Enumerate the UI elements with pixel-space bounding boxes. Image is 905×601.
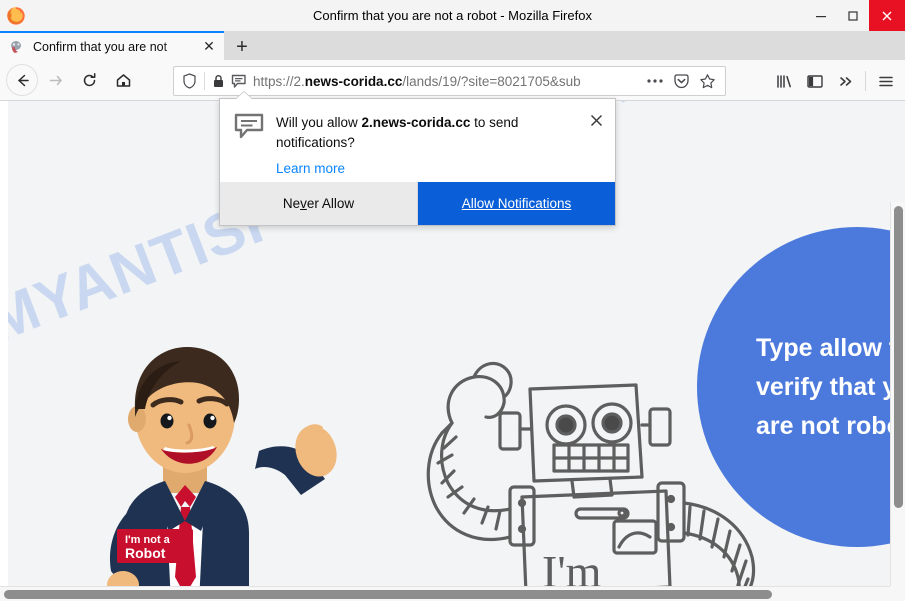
- toolbar-divider: [865, 71, 866, 91]
- window-controls: [805, 0, 905, 31]
- never-allow-button[interactable]: Never Allow: [220, 182, 418, 225]
- notification-close-icon[interactable]: [587, 111, 605, 129]
- url-subdomain: 2.: [293, 73, 305, 89]
- notification-panel-body: Will you allow 2.news-corida.cc to send …: [220, 99, 615, 184]
- url-bar[interactable]: https://2.news-corida.cc/lands/19/?site=…: [173, 66, 726, 96]
- reload-button[interactable]: [72, 63, 106, 97]
- browser-window: Confirm that you are not a robot - Mozil…: [0, 0, 905, 601]
- notification-bubble-icon[interactable]: [228, 74, 249, 89]
- notification-message-prefix: Will you allow: [276, 115, 362, 130]
- vertical-scrollbar-thumb[interactable]: [894, 206, 903, 508]
- new-tab-button[interactable]: +: [228, 34, 256, 60]
- maximize-button[interactable]: [837, 0, 869, 31]
- url-actions: [642, 68, 725, 94]
- sidebar-icon[interactable]: [799, 66, 830, 96]
- forward-button[interactable]: [38, 63, 72, 97]
- pocket-icon[interactable]: [668, 68, 694, 94]
- tracking-protection-shield-icon[interactable]: [174, 73, 204, 89]
- ellipsis-icon[interactable]: [642, 68, 668, 94]
- hamburger-menu-icon[interactable]: [870, 66, 901, 96]
- tab-active[interactable]: Confirm that you are not ✕: [0, 31, 224, 60]
- urlbar-divider: [204, 72, 205, 90]
- title-bar: Confirm that you are not a robot - Mozil…: [0, 0, 905, 31]
- horizontal-scrollbar-thumb[interactable]: [4, 590, 772, 599]
- man-illustration: I'm not a Robot: [107, 347, 337, 589]
- tab-favicon-icon: [11, 40, 21, 53]
- url-path: /lands/19/?site=8021705&sub: [402, 73, 581, 89]
- url-scheme: https://: [253, 73, 294, 89]
- notification-panel-arrow: [236, 92, 252, 99]
- notification-message: Will you allow 2.news-corida.cc to send …: [276, 113, 569, 152]
- minimize-button[interactable]: [805, 0, 837, 31]
- tab-strip: Confirm that you are not ✕ +: [0, 31, 905, 60]
- notification-panel-buttons: Never Allow Allow Notifications: [220, 182, 615, 225]
- notification-permission-panel: Will you allow 2.news-corida.cc to send …: [219, 98, 616, 226]
- home-button[interactable]: [106, 63, 140, 97]
- url-text[interactable]: https://2.news-corida.cc/lands/19/?site=…: [253, 74, 642, 89]
- toolbar-right: [768, 66, 901, 96]
- close-button[interactable]: [869, 0, 905, 31]
- back-button[interactable]: [6, 64, 38, 96]
- allow-notifications-label: Allow Notifications: [461, 196, 572, 211]
- horizontal-scrollbar[interactable]: [0, 586, 890, 601]
- url-host: news-corida.cc: [304, 73, 403, 89]
- robot-caption-text: I'm: [542, 546, 602, 589]
- vertical-scrollbar[interactable]: [890, 202, 905, 601]
- notification-bubble-icon: [234, 113, 264, 139]
- tab-close-icon[interactable]: ✕: [198, 36, 220, 58]
- library-icon[interactable]: [768, 66, 799, 96]
- allow-notifications-button[interactable]: Allow Notifications: [418, 182, 615, 225]
- window-title: Confirm that you are not a robot - Mozil…: [313, 8, 592, 23]
- lock-icon[interactable]: [209, 74, 228, 89]
- never-allow-label: Never Allow: [282, 196, 355, 211]
- tab-title: Confirm that you are not: [33, 39, 168, 54]
- robot-illustration: I'm: [426, 361, 756, 589]
- notification-message-domain: 2.news-corida.cc: [361, 115, 471, 130]
- scrollbar-corner: [890, 586, 905, 601]
- svg-text:Robot: Robot: [125, 545, 166, 561]
- star-icon[interactable]: [694, 68, 720, 94]
- double-chevron-icon[interactable]: [830, 66, 861, 96]
- learn-more-link[interactable]: Learn more: [276, 161, 603, 176]
